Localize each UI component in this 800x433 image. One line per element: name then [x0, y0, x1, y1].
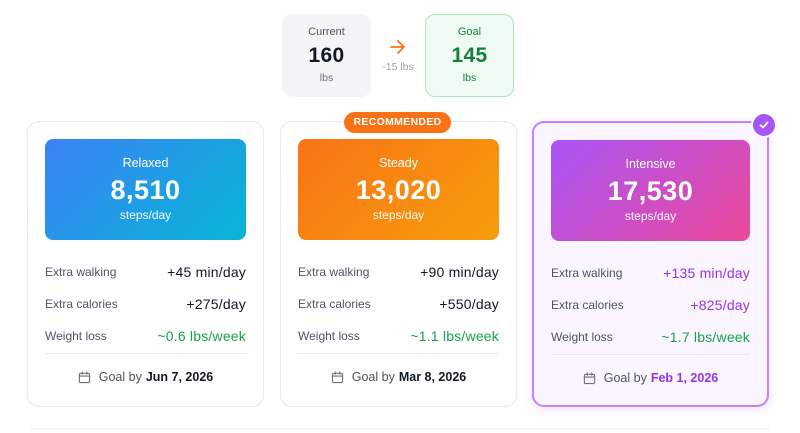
current-weight-label: Current	[308, 26, 345, 38]
stat-label: Extra walking	[45, 265, 117, 279]
stat-row: Weight loss ~1.7 lbs/week	[551, 321, 750, 353]
plan-stats: Extra walking +90 min/day Extra calories…	[298, 256, 499, 352]
goal-by: Goal by Mar 8, 2026	[281, 370, 516, 384]
recommended-badge: RECOMMENDED	[344, 112, 451, 133]
divider	[30, 428, 770, 430]
stat-label: Extra walking	[551, 266, 623, 280]
goal-date: Feb 1, 2026	[650, 371, 719, 385]
stat-row: Extra calories +550/day	[298, 288, 499, 320]
plan-name: Relaxed	[122, 156, 169, 170]
plan-stats: Extra walking +135 min/day Extra calorie…	[551, 257, 750, 353]
plan-name: Steady	[379, 156, 418, 170]
goal-weight-unit: lbs	[462, 72, 477, 84]
stat-label: Weight loss	[298, 329, 360, 343]
divider	[551, 354, 750, 355]
stat-value: +275/day	[186, 296, 246, 312]
goal-by: Goal by Feb 1, 2026	[534, 371, 767, 385]
plan-steps: 8,510	[110, 175, 181, 205]
current-weight-value: 160	[308, 44, 345, 67]
stat-row: Weight loss ~1.1 lbs/week	[298, 320, 499, 352]
goal-date: Jun 7, 2026	[145, 370, 214, 384]
stat-value: +550/day	[439, 296, 499, 312]
stat-label: Extra walking	[298, 265, 370, 279]
plan-card-relaxed[interactable]: Relaxed 8,510 steps/day Extra walking +4…	[27, 121, 264, 407]
stat-row: Weight loss ~0.6 lbs/week	[45, 320, 246, 352]
goal-date: Mar 8, 2026	[398, 370, 467, 384]
plan-hero: Intensive 17,530 steps/day	[551, 140, 750, 241]
stat-row: Extra walking +135 min/day	[551, 257, 750, 289]
arrow-right-icon	[390, 39, 405, 54]
goal-by: Goal by Jun 7, 2026	[28, 370, 263, 384]
stat-value: +135 min/day	[663, 265, 750, 281]
current-weight-unit: lbs	[319, 72, 334, 84]
stat-label: Extra calories	[551, 298, 624, 312]
stat-value: +90 min/day	[420, 264, 499, 280]
goal-weight-value: 145	[451, 44, 488, 67]
goal-by-label: Goal by	[351, 370, 395, 384]
current-weight-box: Current 160 lbs	[282, 14, 371, 97]
plan-card-steady[interactable]: Steady 13,020 steps/day Extra walking +9…	[280, 121, 517, 407]
goal-weight-label: Goal	[457, 26, 482, 38]
stat-label: Weight loss	[45, 329, 107, 343]
stat-row: Extra walking +90 min/day	[298, 256, 499, 288]
stat-label: Extra calories	[298, 297, 371, 311]
calendar-icon	[78, 370, 90, 383]
stat-value: ~1.7 lbs/week	[661, 329, 750, 345]
plan-card-intensive[interactable]: Intensive 17,530 steps/day Extra walking…	[532, 121, 769, 407]
weight-summary: Current 160 lbs -15 lbs Goal 145 lbs	[282, 14, 514, 97]
divider	[45, 353, 246, 354]
stat-value: ~1.1 lbs/week	[410, 328, 499, 344]
weight-change: -15 lbs	[371, 39, 425, 73]
stat-value: ~0.6 lbs/week	[157, 328, 246, 344]
plan-steps-unit: steps/day	[624, 209, 677, 223]
stat-row: Extra walking +45 min/day	[45, 256, 246, 288]
goal-by-label: Goal by	[603, 371, 647, 385]
plan-steps-unit: steps/day	[119, 208, 172, 222]
plan-name: Intensive	[625, 157, 676, 171]
plan-hero: Steady 13,020 steps/day	[298, 139, 499, 240]
stat-label: Weight loss	[551, 330, 613, 344]
calendar-icon	[331, 370, 343, 383]
divider	[298, 353, 499, 354]
stat-row: Extra calories +825/day	[551, 289, 750, 321]
plan-steps: 17,530	[607, 176, 694, 206]
goal-weight-box: Goal 145 lbs	[425, 14, 514, 97]
selected-check-icon	[753, 114, 775, 136]
plan-steps-unit: steps/day	[372, 208, 425, 222]
plan-stats: Extra walking +45 min/day Extra calories…	[45, 256, 246, 352]
stat-label: Extra calories	[45, 297, 118, 311]
stat-row: Extra calories +275/day	[45, 288, 246, 320]
weight-difference: -15 lbs	[382, 60, 414, 73]
plan-steps: 13,020	[355, 175, 442, 205]
stat-value: +825/day	[690, 297, 750, 313]
calendar-icon	[583, 371, 595, 384]
goal-by-label: Goal by	[98, 370, 142, 384]
stat-value: +45 min/day	[167, 264, 246, 280]
plan-hero: Relaxed 8,510 steps/day	[45, 139, 246, 240]
